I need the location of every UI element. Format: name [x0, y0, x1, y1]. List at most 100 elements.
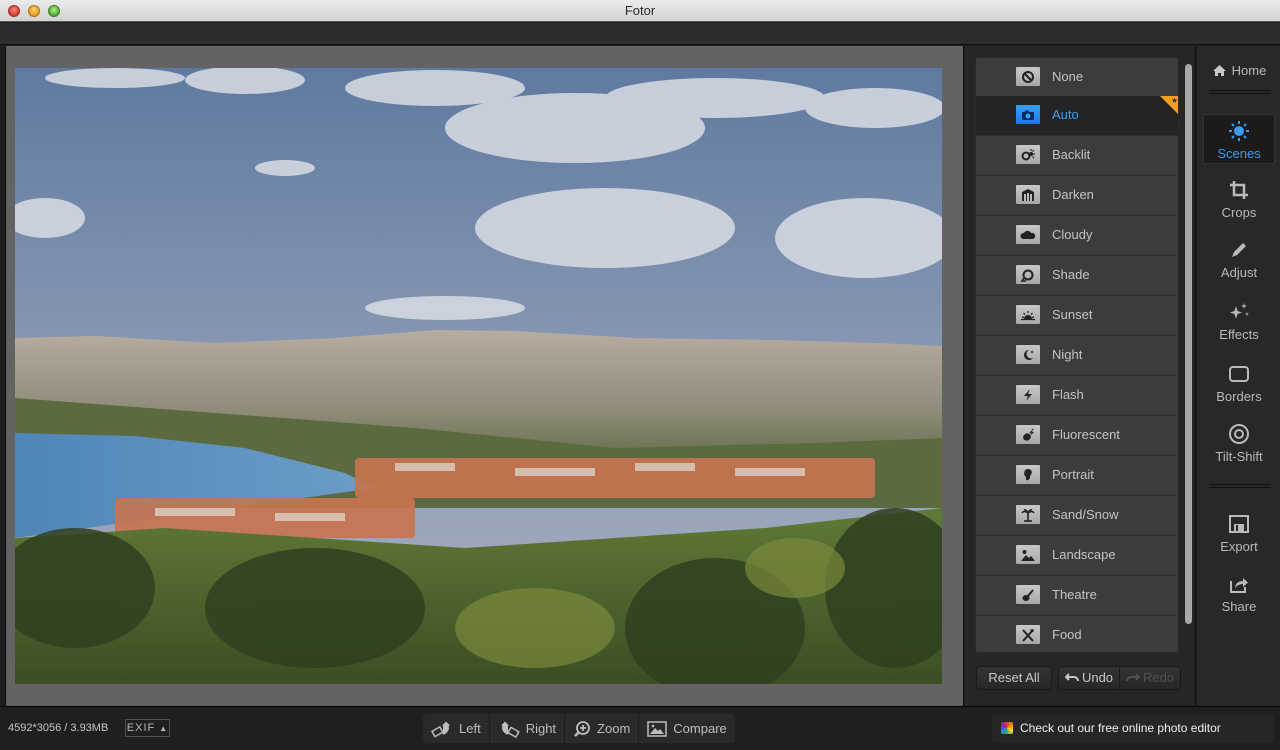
redo-button[interactable]: Redo [1120, 667, 1180, 689]
scene-item-sand-snow[interactable]: Sand/Snow [976, 496, 1178, 536]
promo-text: Check out our free online photo editor [1020, 721, 1221, 735]
scene-item-backlit[interactable]: Backlit [976, 136, 1178, 176]
sidebar-item-crops[interactable]: Crops [1203, 174, 1275, 224]
title-bar: Fotor [0, 0, 1280, 22]
scene-item-theatre[interactable]: Theatre [976, 576, 1178, 616]
rotate-right-icon [500, 720, 520, 738]
home-label: Home [1231, 62, 1267, 78]
scene-item-food[interactable]: Food [976, 616, 1178, 652]
scene-label: Theatre [1052, 587, 1097, 602]
sun-icon [1229, 121, 1249, 141]
scene-label: Portrait [1052, 467, 1094, 482]
scene-label: Backlit [1052, 147, 1091, 162]
sparkle-icon [1230, 303, 1249, 319]
scene-label: Food [1052, 627, 1082, 642]
scene-list-scrollbar[interactable] [1185, 64, 1192, 624]
online-editor-promo[interactable]: Check out our free online photo editor [992, 714, 1274, 743]
star-badge-icon: ★ [1160, 96, 1178, 116]
scenes-panel: None Auto ★ Backlit Darken Cloudy Shade Sunset N… [965, 46, 1196, 706]
reset-all-button[interactable]: Reset All [976, 666, 1052, 690]
sidebar-item-label: Export [1220, 539, 1258, 554]
scene-label: Shade [1052, 267, 1090, 282]
status-bar: 4592*3056 / 3.93MB EXIF ▲ Left Right Zoo… [0, 706, 1280, 750]
scene-item-darken[interactable]: Darken [976, 176, 1178, 216]
scene-item-night[interactable]: Night [976, 336, 1178, 376]
rotate-left-button[interactable]: Left [423, 714, 490, 743]
scene-item-shade[interactable]: Shade [976, 256, 1178, 296]
sidebar-item-label: Borders [1216, 389, 1262, 404]
target-icon [1229, 424, 1249, 444]
scene-item-sunset[interactable]: Sunset [976, 296, 1178, 336]
sidebar-item-adjust[interactable]: Adjust [1203, 234, 1275, 284]
scene-list: None Auto ★ Backlit Darken Cloudy Shade Sunset N… [975, 57, 1179, 653]
sidebar-item-label: Tilt-Shift [1215, 449, 1263, 464]
scene-label: Auto [1052, 107, 1079, 122]
image-dimensions: 4592*3056 / 3.93MB [8, 722, 109, 734]
camera-icon [1016, 105, 1040, 124]
scene-label: Sand/Snow [1052, 507, 1119, 522]
scene-item-none[interactable]: None [976, 58, 1178, 98]
rotate-left-label: Left [459, 721, 481, 736]
zoom-label: Zoom [597, 721, 631, 736]
scene-item-auto[interactable]: Auto ★ [976, 96, 1178, 136]
save-icon [1229, 515, 1249, 533]
scene-item-fluorescent[interactable]: Fluorescent [976, 416, 1178, 456]
image-tools: Left Right Zoom Compare [423, 714, 735, 743]
undo-button[interactable]: Undo [1059, 667, 1120, 689]
toolbar-strip [0, 23, 1280, 45]
cloud-icon [1016, 225, 1040, 244]
sidebar-item-share[interactable]: Share [1203, 572, 1275, 622]
sidebar-item-scenes[interactable]: Scenes [1203, 114, 1275, 164]
sidebar-item-label: Crops [1221, 205, 1257, 220]
photo-image [15, 68, 942, 684]
redo-label: Redo [1142, 670, 1175, 685]
sidebar-item-borders[interactable]: Borders [1203, 358, 1275, 408]
guitar-icon [1016, 585, 1040, 604]
backlit-icon [1016, 145, 1040, 164]
sidebar-item-label: Effects [1219, 327, 1259, 342]
scene-item-flash[interactable]: Flash [976, 376, 1178, 416]
zoom-button[interactable]: Zoom [565, 714, 640, 743]
share-icon [1230, 578, 1248, 593]
photo-preview[interactable] [15, 68, 942, 684]
maximize-window-button[interactable] [48, 5, 60, 17]
scene-label: Night [1052, 347, 1083, 362]
pencil-icon [1232, 243, 1246, 257]
undo-label: Undo [1081, 670, 1114, 685]
home-button[interactable]: Home [1203, 60, 1275, 80]
scene-label: Cloudy [1052, 227, 1093, 242]
sidebar-item-effects[interactable]: Effects [1203, 296, 1275, 346]
scene-item-cloudy[interactable]: Cloudy [976, 216, 1178, 256]
compare-button[interactable]: Compare [639, 714, 734, 743]
scene-label: Flash [1052, 387, 1084, 402]
close-window-button[interactable] [8, 5, 20, 17]
window-title: Fotor [624, 3, 656, 18]
crop-icon [1230, 181, 1248, 199]
minimize-window-button[interactable] [28, 5, 40, 17]
right-sidebar: Home Scenes Crops Adjust Effects Borders Tilt… [1197, 46, 1280, 706]
scene-item-landscape[interactable]: Landscape [976, 536, 1178, 576]
scene-item-portrait[interactable]: Portrait [976, 456, 1178, 496]
rotate-right-button[interactable]: Right [490, 714, 566, 743]
scene-label: Darken [1052, 187, 1094, 202]
fotor-logo-icon [1001, 722, 1013, 734]
compare-image-icon [647, 720, 668, 737]
sidebar-item-export[interactable]: Export [1203, 512, 1275, 562]
exif-button[interactable]: EXIF ▲ [125, 719, 170, 737]
shade-icon [1016, 265, 1040, 284]
scene-label: Sunset [1052, 307, 1093, 322]
fork-knife-icon [1016, 625, 1040, 644]
sidebar-divider [1209, 90, 1271, 94]
scene-label: Landscape [1052, 547, 1116, 562]
sidebar-divider [1209, 484, 1271, 488]
border-icon [1229, 366, 1249, 382]
compare-label: Compare [673, 721, 727, 736]
scene-label: Fluorescent [1052, 427, 1120, 442]
caret-up-icon: ▲ [159, 724, 169, 733]
sidebar-item-tilt-shift[interactable]: Tilt-Shift [1203, 418, 1275, 468]
home-icon [1212, 64, 1226, 76]
sidebar-item-label: Share [1221, 599, 1257, 614]
landscape-icon [1016, 545, 1040, 564]
sidebar-item-label: Adjust [1220, 265, 1258, 280]
none-icon [1016, 67, 1040, 86]
